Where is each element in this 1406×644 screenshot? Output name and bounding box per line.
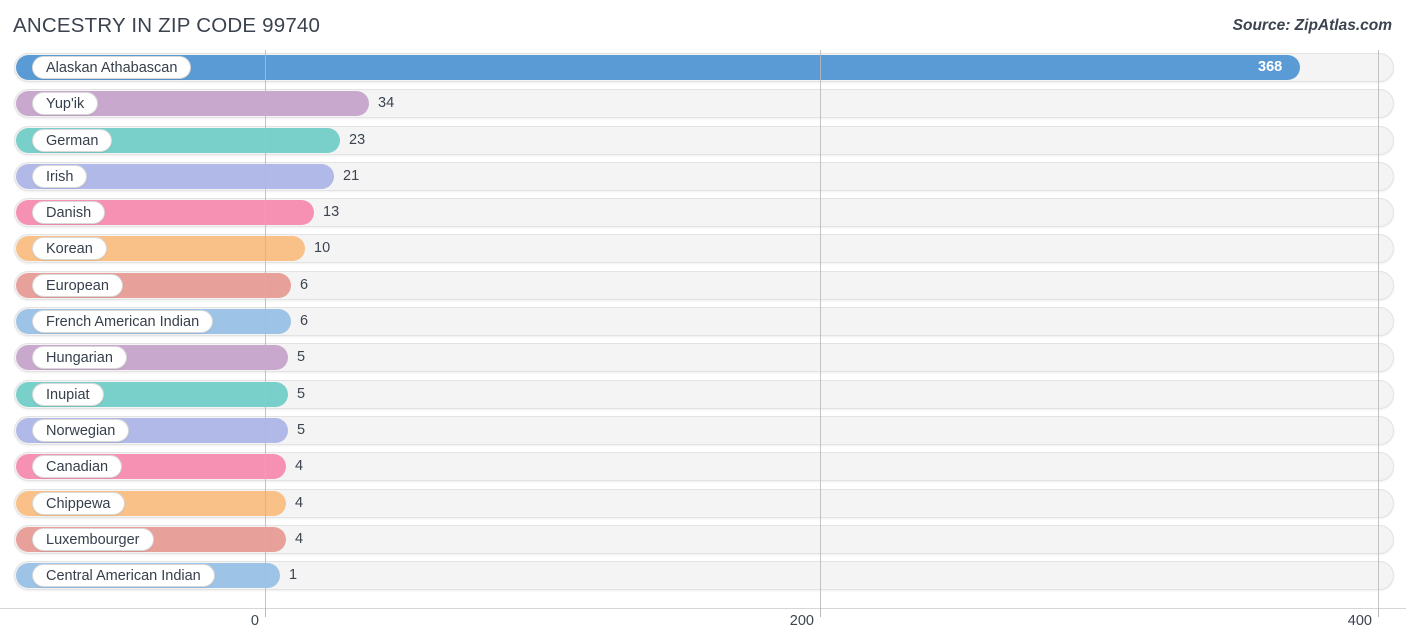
- value-label: 21: [343, 167, 360, 184]
- value-label: 6: [300, 276, 309, 293]
- bar-row[interactable]: Hungarian 5: [0, 340, 1406, 376]
- tick-label: 200: [789, 613, 814, 629]
- category-label: European: [32, 273, 123, 297]
- tick-mark: [820, 608, 821, 617]
- category-label: Alaskan Athabascan: [32, 56, 192, 79]
- axis-line: [0, 608, 1406, 609]
- value-label: 10: [314, 240, 331, 257]
- value-label: 4: [295, 494, 304, 511]
- value-label: 6: [300, 313, 309, 330]
- category-label: Danish: [32, 201, 106, 225]
- tick-mark: [1378, 608, 1379, 617]
- bar-rows: Alaskan Athabascan 368 Yup'ik 34 German 23 Iri…: [0, 50, 1406, 594]
- value-label: 4: [295, 530, 304, 547]
- value-label: 4: [295, 458, 304, 475]
- category-label: French American Indian: [32, 310, 214, 334]
- bar-row[interactable]: Irish 21: [0, 159, 1406, 195]
- category-label: Canadian: [32, 455, 123, 479]
- source-attribution: Source: ZipAtlas.com: [1232, 17, 1392, 34]
- bar-row[interactable]: Canadian 4: [0, 449, 1406, 485]
- bar-row[interactable]: Yup'ik 34: [0, 86, 1406, 122]
- tick-mark: [265, 608, 266, 617]
- bar-row[interactable]: Central American Indian 1: [0, 558, 1406, 594]
- bar-row[interactable]: German 23: [0, 123, 1406, 159]
- bar-row[interactable]: Danish 13: [0, 195, 1406, 231]
- value-label-inside: 368: [1258, 59, 1283, 75]
- bar-row[interactable]: European 6: [0, 268, 1406, 304]
- value-label: 34: [378, 95, 395, 112]
- plot-area: Alaskan Athabascan 368 Yup'ik 34 German 23 Iri…: [0, 50, 1406, 610]
- page-title: ANCESTRY IN ZIP CODE 99740: [13, 14, 321, 37]
- category-label: Korean: [32, 237, 107, 261]
- category-label: Luxembourger: [32, 527, 154, 551]
- bar-row[interactable]: Alaskan Athabascan 368: [0, 50, 1406, 86]
- value-label: 1: [289, 567, 298, 584]
- bar-row[interactable]: French American Indian 6: [0, 304, 1406, 340]
- category-label: Norwegian: [32, 418, 130, 442]
- value-label: 5: [297, 349, 306, 366]
- category-label: Chippewa: [32, 491, 125, 515]
- value-label: 5: [297, 385, 306, 402]
- value-bar[interactable]: [16, 55, 1300, 80]
- category-label: Inupiat: [32, 382, 104, 406]
- value-label: 13: [323, 204, 340, 221]
- chart-header: ANCESTRY IN ZIP CODE 99740 Source: ZipAt…: [0, 0, 1406, 50]
- tick-label: 0: [250, 613, 259, 629]
- bar-row[interactable]: Korean 10: [0, 231, 1406, 267]
- bar-row[interactable]: Chippewa 4: [0, 486, 1406, 522]
- value-label: 23: [349, 131, 366, 148]
- x-axis: 0 200 400: [0, 608, 1406, 644]
- value-label: 5: [297, 421, 306, 438]
- tick-label: 400: [1347, 613, 1372, 629]
- category-label: Irish: [32, 164, 88, 188]
- category-label: Hungarian: [32, 346, 127, 370]
- category-label: Yup'ik: [32, 92, 99, 116]
- bar-row[interactable]: Norwegian 5: [0, 413, 1406, 449]
- bar-row[interactable]: Luxembourger 4: [0, 522, 1406, 558]
- category-label: Central American Indian: [32, 564, 215, 588]
- category-label: German: [32, 128, 113, 152]
- bar-row[interactable]: Inupiat 5: [0, 377, 1406, 413]
- chart-page: ANCESTRY IN ZIP CODE 99740 Source: ZipAt…: [0, 0, 1406, 644]
